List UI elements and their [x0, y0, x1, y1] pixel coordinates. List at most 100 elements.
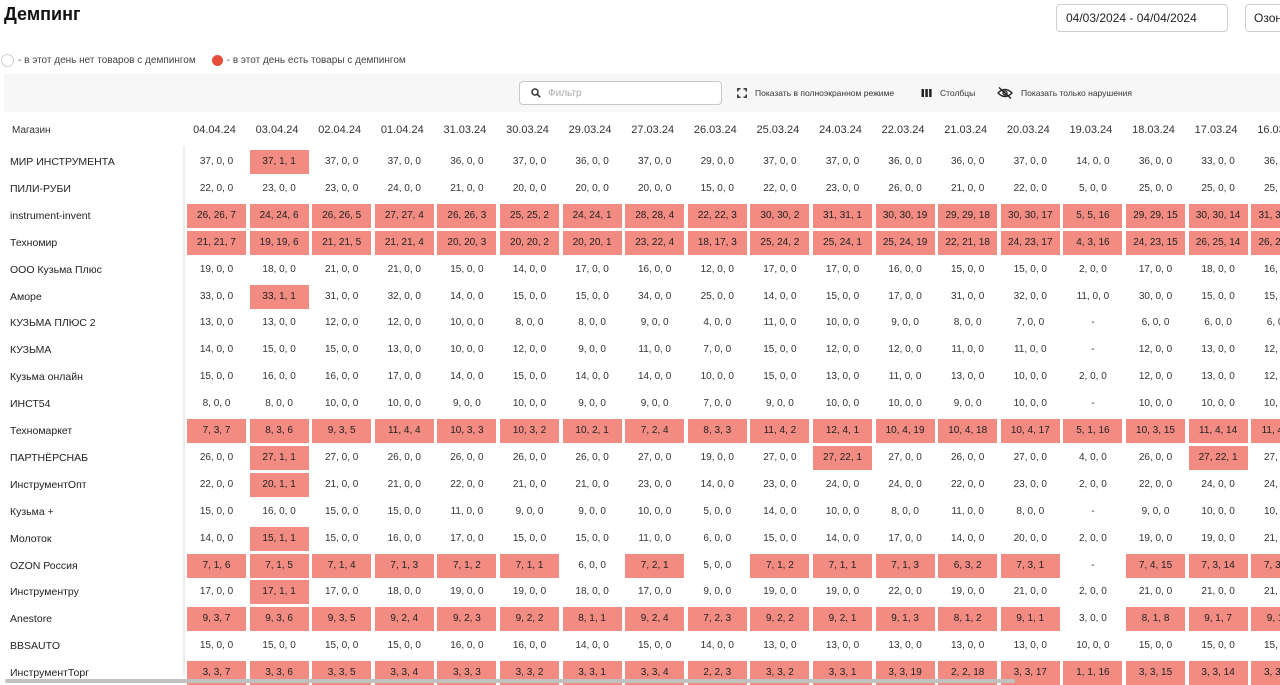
table-cell[interactable]: 10, 3, 2 [500, 419, 559, 443]
table-cell[interactable]: 21, 0, 0 [1251, 527, 1280, 551]
table-cell[interactable]: 15, 0, 0 [375, 634, 434, 658]
table-cell[interactable]: 22, 0, 0 [437, 473, 496, 497]
table-cell[interactable]: 7, 3, 1 [1000, 553, 1060, 578]
table-cell[interactable]: 10, 0, 0 [1126, 392, 1185, 416]
table-cell[interactable]: 37, 1, 1 [249, 150, 309, 174]
table-cell[interactable]: 8, 0, 0 [1001, 500, 1060, 524]
table-cell[interactable]: 17, 0, 0 [187, 580, 246, 604]
table-cell[interactable]: 11, 0, 0 [938, 500, 997, 524]
table-cell[interactable]: 14, 0, 0 [437, 365, 496, 389]
table-cell[interactable]: 25, 25, 2 [500, 203, 559, 228]
table-cell[interactable]: 32, 0, 0 [375, 285, 434, 309]
table-cell[interactable]: 27, 22, 1 [1188, 445, 1248, 470]
table-cell[interactable]: 17, 0, 0 [876, 285, 935, 309]
table-cell[interactable]: 22, 0, 0 [187, 473, 246, 497]
table-cell[interactable]: 19, 0, 0 [688, 446, 747, 470]
table-cell[interactable]: 33, 0, 0 [187, 285, 246, 309]
table-cell[interactable]: 18, 0, 0 [1189, 258, 1248, 282]
table-cell[interactable]: 16, 0, 0 [375, 527, 434, 551]
table-cell[interactable]: 15, 0, 0 [187, 500, 246, 524]
table-cell[interactable]: 18, 0, 0 [250, 258, 309, 282]
table-cell[interactable]: 15, 0, 0 [938, 258, 997, 282]
table-cell[interactable]: 10, 0, 0 [437, 338, 496, 362]
table-cell[interactable]: 14, 0, 0 [187, 338, 246, 362]
table-cell[interactable]: 11, 4, 13 [1251, 419, 1280, 443]
table-cell[interactable]: 23, 0, 0 [1001, 473, 1060, 497]
table-cell[interactable]: 10, 0, 0 [1251, 500, 1280, 524]
filter-input[interactable] [548, 85, 708, 101]
table-cell[interactable]: 26, 26, 7 [187, 203, 246, 228]
table-cell[interactable]: 12, 0, 0 [813, 338, 872, 362]
date-column-header[interactable]: 21.03.24 [936, 115, 995, 146]
table-cell[interactable]: 9, 0, 0 [625, 311, 684, 335]
table-cell[interactable]: 9, 3, 5 [312, 607, 372, 632]
table-cell[interactable]: 4, 3, 16 [1063, 230, 1123, 255]
table-cell[interactable]: 10, 0, 0 [813, 500, 872, 524]
table-cell[interactable]: 9, 0, 0 [938, 392, 997, 416]
table-cell[interactable]: 12, 0, 0 [500, 338, 559, 362]
table-cell[interactable]: 26, 0, 0 [1126, 446, 1185, 470]
table-cell[interactable]: 36, 0, 0 [876, 150, 935, 174]
table-cell[interactable]: 15, 0, 0 [312, 338, 371, 362]
table-cell[interactable]: 21, 0, 0 [437, 177, 496, 201]
table-cell[interactable]: 30, 30, 17 [1000, 203, 1060, 228]
table-cell[interactable]: 9, 1, 3 [875, 607, 935, 632]
table-cell[interactable]: 17, 0, 0 [1126, 258, 1185, 282]
table-cell[interactable]: 7, 1, 2 [437, 553, 497, 578]
table-cell[interactable]: 15, 0, 0 [500, 285, 559, 309]
table-cell[interactable]: 11, 4, 14 [1188, 419, 1248, 443]
table-cell[interactable]: 20, 0, 0 [625, 177, 684, 201]
date-column-header[interactable]: 29.03.24 [561, 115, 620, 146]
table-cell[interactable]: 21, 0, 0 [1001, 580, 1060, 604]
table-cell[interactable]: 12, 0, 0 [876, 338, 935, 362]
table-cell[interactable]: 23, 0, 0 [312, 177, 371, 201]
table-cell[interactable]: 14, 0, 0 [563, 365, 622, 389]
table-cell[interactable]: 9, 0, 0 [500, 500, 559, 524]
table-cell[interactable]: 17, 0, 0 [876, 527, 935, 551]
table-cell[interactable]: 14, 0, 0 [437, 285, 496, 309]
table-cell[interactable]: 10, 3, 15 [1126, 419, 1185, 443]
date-column-header[interactable]: 19.03.24 [1061, 115, 1120, 146]
table-cell[interactable]: 31, 31, 1 [813, 203, 872, 228]
table-cell[interactable]: 21, 0, 0 [1251, 580, 1280, 604]
table-cell[interactable]: 24, 23, 17 [1000, 230, 1060, 255]
table-cell[interactable]: 36, 0, 0 [437, 150, 496, 174]
table-cell[interactable]: 16, 0, 0 [1251, 258, 1280, 282]
table-cell[interactable]: 15, 0, 0 [625, 634, 684, 658]
table-cell[interactable]: 6, 0, 0 [688, 527, 747, 551]
table-cell[interactable]: 17, 0, 0 [625, 580, 684, 604]
table-cell[interactable]: 6, 0, 0 [1251, 311, 1280, 335]
table-cell[interactable]: 7, 1, 3 [875, 553, 935, 578]
date-column-header[interactable]: 03.04.24 [248, 115, 307, 146]
table-cell[interactable]: 12, 0, 0 [375, 311, 434, 335]
table-cell[interactable]: 36, 0, 0 [1126, 150, 1185, 174]
table-cell[interactable]: 26, 0, 0 [563, 446, 622, 470]
table-cell[interactable]: 22, 0, 0 [187, 177, 246, 201]
table-cell[interactable]: 7, 2, 4 [625, 419, 685, 443]
table-cell[interactable]: 37, 0, 0 [312, 150, 371, 174]
table-cell[interactable]: 14, 0, 0 [750, 285, 809, 309]
table-cell[interactable]: 25, 0, 0 [1126, 177, 1185, 201]
table-cell[interactable]: 19, 0, 0 [500, 580, 559, 604]
table-cell[interactable]: 10, 4, 18 [938, 419, 998, 443]
table-cell[interactable]: 27, 1, 1 [249, 445, 309, 470]
table-cell[interactable]: 13, 0, 0 [1001, 634, 1060, 658]
table-cell[interactable]: 10, 0, 0 [625, 500, 684, 524]
table-cell[interactable]: 14, 0, 0 [688, 634, 747, 658]
table-cell[interactable]: 10, 0, 0 [688, 365, 747, 389]
table-cell[interactable]: 15, 0, 0 [750, 527, 809, 551]
table-cell[interactable]: 21, 21, 4 [374, 230, 434, 255]
table-cell[interactable]: 24, 0, 0 [375, 177, 434, 201]
table-cell[interactable]: 11, 4, 4 [374, 419, 434, 443]
table-cell[interactable]: 12, 0, 0 [688, 258, 747, 282]
table-cell[interactable]: 14, 0, 0 [688, 473, 747, 497]
table-cell[interactable]: 9, 0, 0 [563, 338, 622, 362]
table-cell[interactable]: 13, 0, 0 [1189, 365, 1248, 389]
table-cell[interactable]: 20, 0, 0 [500, 177, 559, 201]
table-cell[interactable]: 15, 0, 0 [563, 527, 622, 551]
table-cell[interactable]: 7, 0, 0 [1001, 311, 1060, 335]
table-cell[interactable]: 20, 20, 2 [500, 230, 559, 255]
table-cell[interactable]: 21, 0, 0 [375, 258, 434, 282]
table-cell[interactable]: 22, 0, 0 [1126, 473, 1185, 497]
table-cell[interactable]: 21, 21, 7 [187, 230, 246, 255]
